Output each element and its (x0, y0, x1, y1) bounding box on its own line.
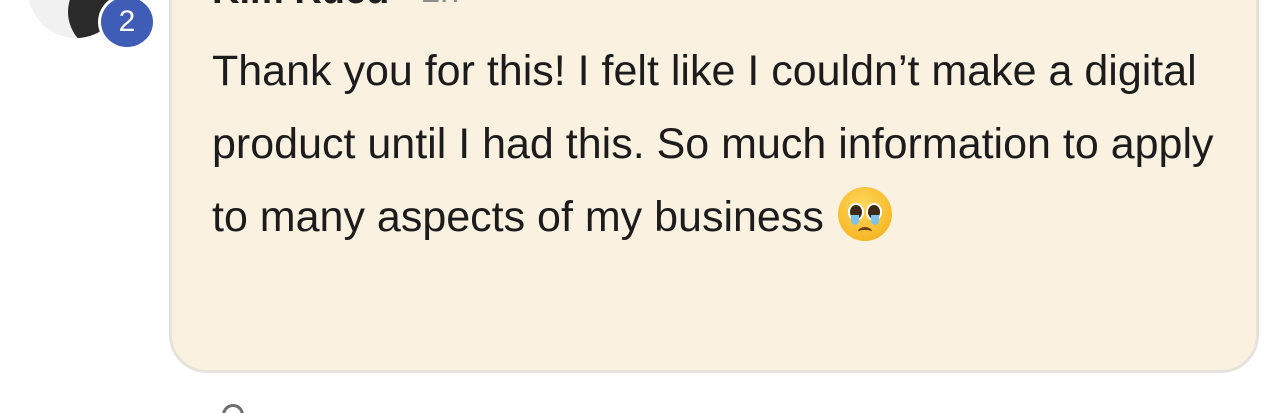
emoji-tear (850, 215, 859, 225)
author-name[interactable]: Kim Rueu (212, 0, 389, 11)
comment-timestamp: 2h (421, 0, 459, 11)
comment-bubble: Kim Rueu 2h Thank you for this! I felt l… (169, 0, 1259, 373)
reaction-icon[interactable] (222, 404, 244, 413)
comment-text: Thank you for this! I felt like I couldn… (212, 47, 1214, 241)
emoji-mouth (857, 227, 872, 236)
pleading-face-emoji-icon (837, 187, 892, 241)
comment-header: Kim Rueu 2h (212, 0, 459, 11)
level-badge: 2 (98, 0, 156, 50)
comment-thread: 2 Kim Rueu 2h Thank you for this! I felt… (0, 0, 1284, 413)
emoji-tear (870, 215, 879, 225)
comment-body: Thank you for this! I felt like I couldn… (212, 35, 1222, 254)
